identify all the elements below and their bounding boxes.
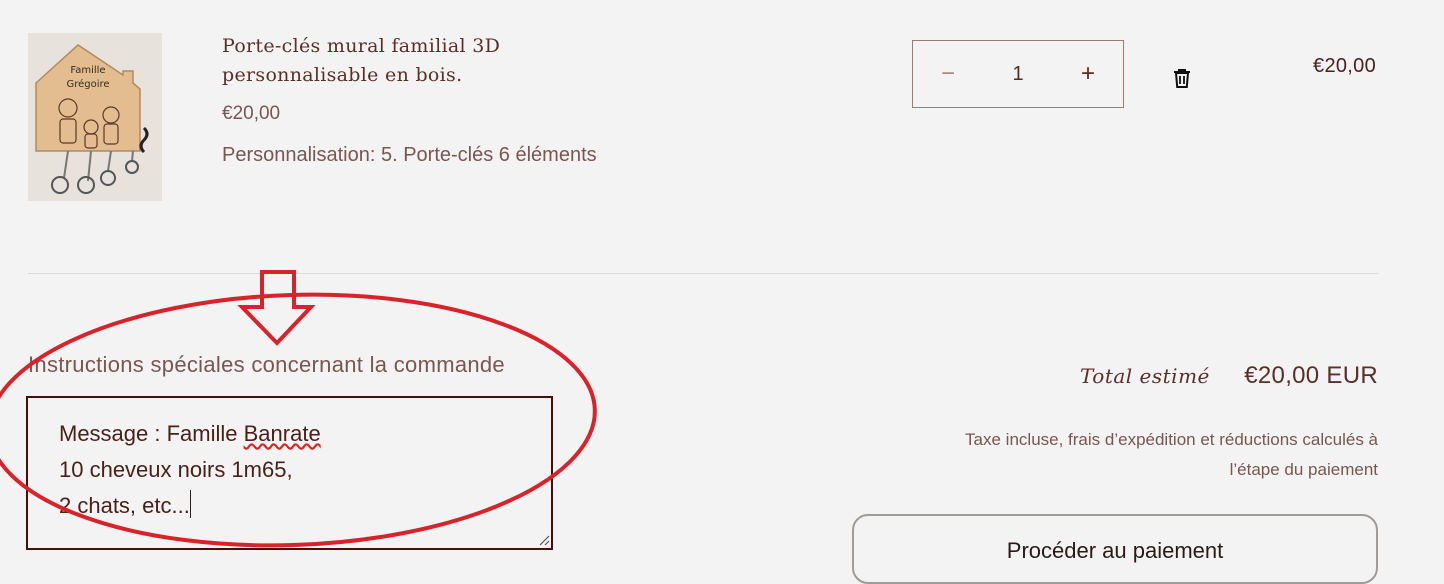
checkout-button[interactable]: Procéder au paiement: [852, 514, 1378, 584]
textarea-line2: 10 cheveux noirs 1m65,: [59, 457, 293, 482]
textarea-line1-prefix: Message : Famille: [59, 421, 244, 446]
estimated-total-label: Total estimé: [1080, 364, 1210, 388]
tax-note-line2: l’étape du paiement: [1229, 460, 1378, 479]
estimated-total-value: €20,00 EUR: [1244, 362, 1378, 389]
tax-note: Taxe incluse, frais d’expédition et rédu…: [858, 425, 1378, 485]
line-total-price: €20,00: [1313, 55, 1376, 77]
divider: [28, 273, 1378, 274]
product-unit-price: €20,00: [222, 103, 281, 124]
product-title[interactable]: Porte-clés mural familial 3D personnalis…: [222, 32, 582, 90]
product-title-line2[interactable]: personnalisable en bois.: [222, 61, 582, 90]
quantity-decrease-button[interactable]: −: [913, 41, 983, 107]
image-text-1: Famille: [70, 65, 105, 76]
quantity-increase-button[interactable]: +: [1053, 41, 1123, 107]
quantity-input[interactable]: 1: [983, 63, 1053, 86]
product-title-line1[interactable]: Porte-clés mural familial 3D: [222, 32, 582, 61]
text-caret: [189, 490, 192, 518]
trash-icon[interactable]: [1170, 66, 1194, 90]
misspelled-word: Banrate: [243, 421, 321, 446]
order-instructions-label: Instructions spéciales concernant la com…: [28, 352, 505, 377]
resize-handle-icon[interactable]: [538, 534, 550, 546]
tax-note-line1: Taxe incluse, frais d’expédition et rédu…: [965, 430, 1378, 449]
product-variant: Personnalisation: 5. Porte-clés 6 élémen…: [222, 144, 597, 166]
image-text-2: Grégoire: [66, 78, 109, 90]
quantity-stepper[interactable]: − 1 +: [912, 40, 1124, 108]
textarea-line3: 2 chats, etc...: [59, 493, 190, 518]
product-image[interactable]: Famille Grégoire: [28, 33, 162, 201]
order-instructions-textarea[interactable]: Message : Famille Banrate 10 cheveux noi…: [26, 396, 553, 550]
down-arrow-annotation: [237, 270, 316, 346]
